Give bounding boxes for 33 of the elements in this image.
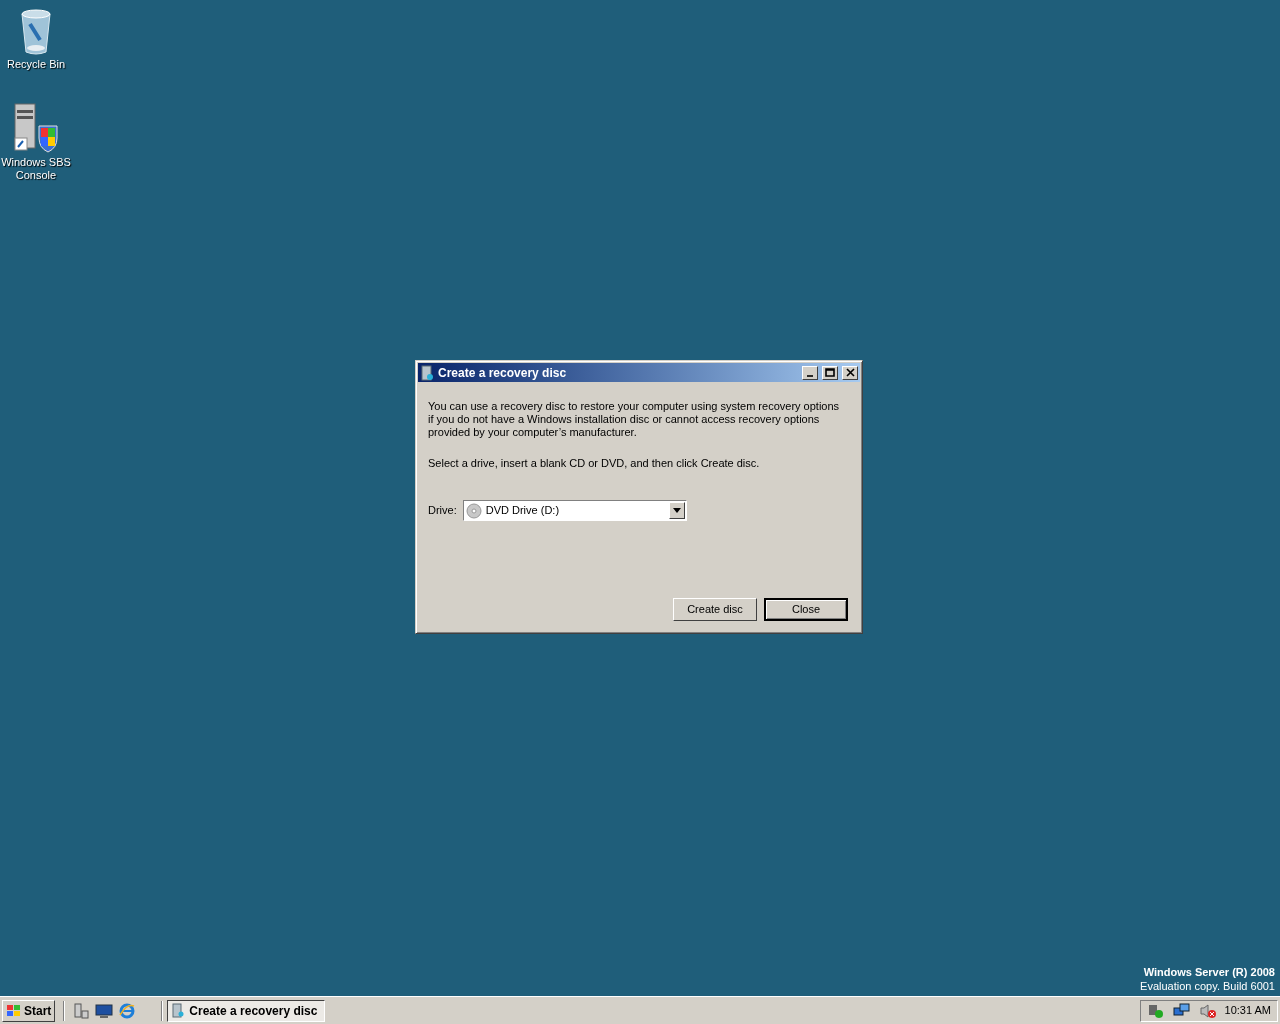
network-icon[interactable] [1172,1002,1191,1019]
security-check-icon[interactable] [1146,1002,1165,1019]
disc-app-icon [172,1003,185,1018]
window-title: Create a recovery disc [438,364,568,382]
maximize-button[interactable] [822,365,838,380]
windows-flag-icon [6,1003,22,1018]
drive-label: Drive: [428,504,457,517]
monitor-icon[interactable] [95,1002,114,1019]
dialog-button[interactable]: Create disc [673,598,757,621]
os-version-title: Windows Server (R) 2008 [1143,965,1275,979]
server-manager-icon[interactable] [73,1002,90,1019]
close-icon [845,368,855,377]
minimize-icon [807,374,813,377]
disc-app-icon [420,364,434,381]
dialog-button[interactable]: Close [764,598,848,621]
browser-e-icon[interactable] [119,1002,136,1019]
dropdown-value: DVD Drive (D:) [485,504,561,517]
instruction-text: Select a drive, insert a blank CD or DVD, and then click Create disc. [428,457,761,470]
recycle-bin-icon[interactable] [18,8,54,56]
desktop-icon-label[interactable]: Recycle Bin [6,58,66,71]
clock-text: 10:31 AM [1224,1003,1271,1019]
taskbar-button[interactable]: Create a recovery disc [167,999,326,1022]
maximize-icon [825,368,835,377]
drive-dropdown[interactable]: DVD Drive (D:) [462,500,687,521]
start-button[interactable]: Start [2,999,56,1022]
volume-muted-icon[interactable] [1198,1002,1217,1019]
instruction-text: You can use a recovery disc to restore your computer using system recovery options if you do not have a Windows installation disc or cannot access recovery options provided by your computer’s manufacturer. [428,400,841,439]
close-button[interactable] [842,365,858,380]
disc-icon [465,502,482,519]
desktop-icon-label[interactable]: Windows SBS Console [0,156,72,182]
server-shield-icon[interactable] [11,102,61,154]
minimize-button[interactable] [802,365,818,380]
os-build-text: Evaluation copy. Build 6001 [1140,979,1275,993]
